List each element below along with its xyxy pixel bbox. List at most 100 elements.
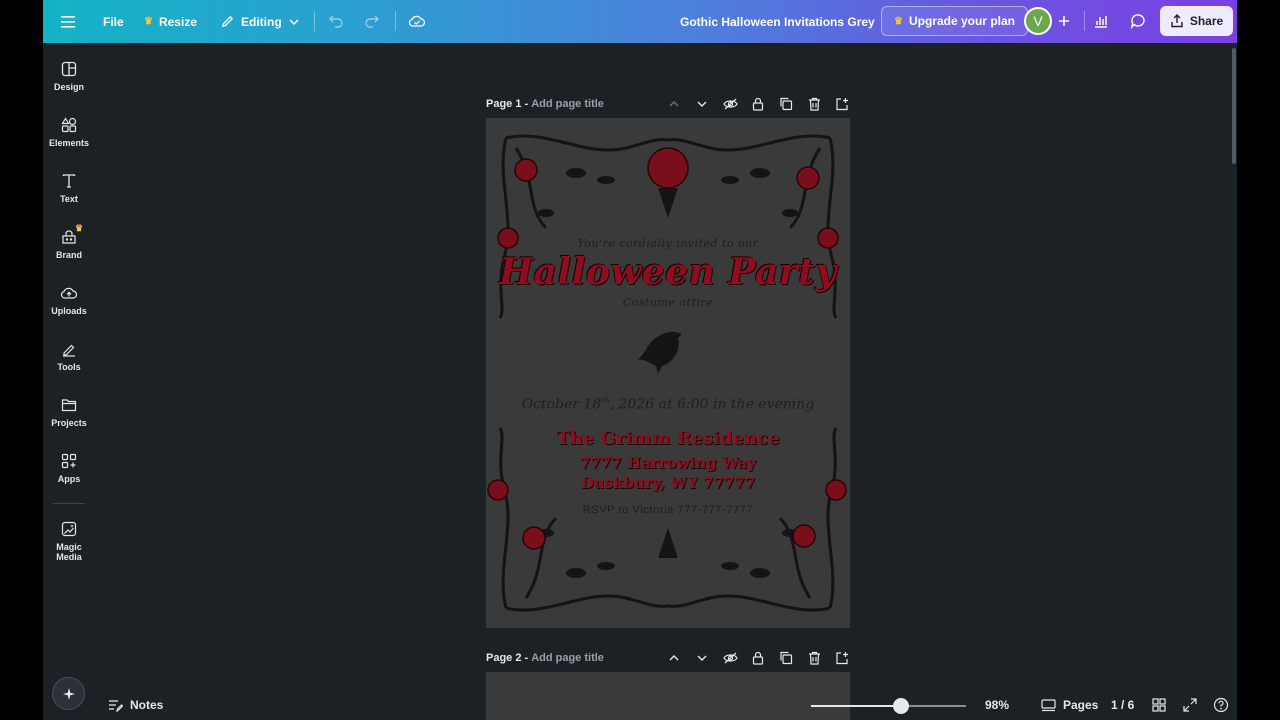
invitation-intro-text[interactable]: You're cordially invited to our: [486, 237, 850, 250]
grid-view-icon[interactable]: [1152, 690, 1166, 720]
avatar[interactable]: V: [1024, 7, 1052, 35]
editing-label: Editing: [241, 14, 282, 29]
toolbar-divider: [395, 11, 396, 31]
tools-icon: [63, 344, 75, 357]
add-page-icon[interactable]: [834, 96, 850, 112]
resize-button[interactable]: ♛ Resize: [144, 0, 197, 43]
toolbar-divider: [1084, 11, 1085, 31]
pages-label: Pages: [1063, 698, 1099, 712]
sidebar-item-elements[interactable]: Elements: [43, 117, 95, 148]
uploads-icon: [60, 287, 78, 299]
document-title-text: Gothic Halloween Invitations Grey: [680, 14, 875, 29]
zoom-percentage[interactable]: 98%: [985, 690, 1009, 720]
help-icon[interactable]: [1213, 690, 1229, 720]
hide-eye-icon[interactable]: [722, 650, 738, 666]
sidebar-item-label: Design: [53, 82, 84, 92]
design-icon: [61, 61, 77, 77]
bottom-bar: Notes 98% Pages 1 / 6: [43, 690, 1237, 720]
comment-icon[interactable]: [1124, 7, 1152, 35]
apps-icon: [61, 453, 77, 469]
share-button[interactable]: Share: [1160, 6, 1233, 36]
add-page-icon[interactable]: [834, 650, 850, 666]
elements-icon: [61, 117, 77, 133]
undo-icon[interactable]: [322, 7, 350, 35]
zoom-slider-handle[interactable]: [892, 698, 909, 714]
zoom-slider-fill: [811, 705, 901, 707]
left-sidebar: Design Elements Text ♛ Brand Uploads Too…: [43, 43, 95, 720]
sidebar-item-label: Uploads: [51, 306, 87, 316]
page-counter[interactable]: 1 / 6: [1111, 690, 1134, 720]
sidebar-item-text[interactable]: Text: [43, 173, 95, 204]
sidebar-item-label: Text: [60, 194, 78, 204]
file-menu-button[interactable]: File: [103, 0, 124, 43]
page-2-actions: [666, 648, 850, 668]
redo-icon[interactable]: [358, 7, 386, 35]
lock-icon[interactable]: [750, 650, 766, 666]
add-collaborator-icon[interactable]: [1050, 7, 1078, 35]
avatar-initial: V: [1033, 13, 1043, 29]
invitation-heading[interactable]: Halloween Party: [486, 251, 850, 293]
sidebar-item-design[interactable]: Design: [43, 61, 95, 92]
chevron-up-icon[interactable]: [666, 650, 682, 666]
analytics-chart-icon[interactable]: [1087, 7, 1115, 35]
add-page-title-input[interactable]: Add page title: [531, 98, 604, 110]
file-menu-label: File: [103, 14, 124, 29]
address-line-1[interactable]: 7777 Harrowing Way: [486, 454, 850, 472]
chevron-up-icon[interactable]: [666, 96, 682, 112]
page-count-text: 1 / 6: [1111, 698, 1135, 712]
duplicate-icon[interactable]: [778, 650, 794, 666]
pages-button[interactable]: Pages: [1041, 690, 1098, 720]
add-page-title-input[interactable]: Add page title: [531, 652, 604, 664]
trash-icon[interactable]: [806, 650, 822, 666]
upgrade-label: Upgrade your plan: [908, 14, 1015, 28]
attire-text[interactable]: Costume attire: [486, 296, 850, 309]
sidebar-item-label: Elements: [48, 138, 90, 148]
sidebar-divider: [53, 503, 85, 504]
page-1-header: Page 1 - Add page title: [486, 94, 850, 114]
crown-icon: ♛: [144, 16, 153, 27]
residence-name-text[interactable]: The Grimm Residence: [486, 428, 850, 449]
text-icon: [62, 174, 76, 188]
sidebar-item-apps[interactable]: Apps: [43, 453, 95, 484]
upgrade-plan-button[interactable]: ♛ Upgrade your plan: [881, 6, 1028, 36]
pencil-icon: [221, 15, 234, 28]
sidebar-item-tools[interactable]: Tools: [43, 341, 95, 372]
sidebar-item-label: Magic Media: [56, 542, 82, 562]
chevron-down-icon[interactable]: [694, 96, 710, 112]
chevron-down-icon: [289, 18, 299, 25]
zoom-value: 98%: [985, 698, 1010, 712]
page-2-header: Page 2 - Add page title: [486, 648, 850, 668]
document-title[interactable]: Gothic Halloween Invitations Grey: [680, 0, 875, 43]
notes-button[interactable]: Notes: [108, 690, 163, 720]
duplicate-icon[interactable]: [778, 96, 794, 112]
page-1-actions: [666, 94, 850, 114]
sidebar-item-uploads[interactable]: Uploads: [43, 285, 95, 316]
sidebar-item-magic-media[interactable]: Magic Media: [43, 521, 95, 562]
date-text: October 18: [521, 396, 602, 413]
notes-icon: [109, 699, 123, 712]
cloud-save-icon[interactable]: [403, 7, 431, 35]
design-page-1[interactable]: You're cordially invited to our Hallowee…: [486, 118, 850, 628]
toolbar-divider: [314, 11, 315, 31]
trash-icon[interactable]: [806, 96, 822, 112]
rsvp-text[interactable]: RSVP to Victoria 777-777-7777: [486, 504, 850, 516]
editing-mode-dropdown[interactable]: Editing: [220, 0, 300, 43]
lock-icon[interactable]: [750, 96, 766, 112]
share-label: Share: [1189, 14, 1224, 28]
hide-eye-icon[interactable]: [722, 96, 738, 112]
sidebar-item-brand[interactable]: ♛ Brand: [43, 223, 95, 260]
notes-label: Notes: [130, 698, 164, 712]
date-ordinal-suffix: th: [601, 396, 610, 405]
address-line-2[interactable]: Duskbury, WY 77777: [486, 474, 850, 492]
sidebar-item-projects[interactable]: Projects: [43, 397, 95, 428]
projects-icon: [61, 399, 77, 412]
fullscreen-icon[interactable]: [1183, 690, 1197, 720]
event-date-text[interactable]: October 18th, 2026 at 6:00 in the evenin…: [486, 396, 850, 413]
top-toolbar: File ♛ Resize Editing Gothic Halloween I…: [43, 0, 1237, 43]
chevron-down-icon[interactable]: [694, 650, 710, 666]
canvas-scrollbar[interactable]: [1232, 48, 1236, 164]
gothic-rose-frame-decoration: [487, 134, 847, 612]
hamburger-menu-icon[interactable]: [60, 0, 76, 43]
crown-icon: ♛: [75, 223, 84, 233]
zoom-slider[interactable]: [811, 705, 966, 707]
